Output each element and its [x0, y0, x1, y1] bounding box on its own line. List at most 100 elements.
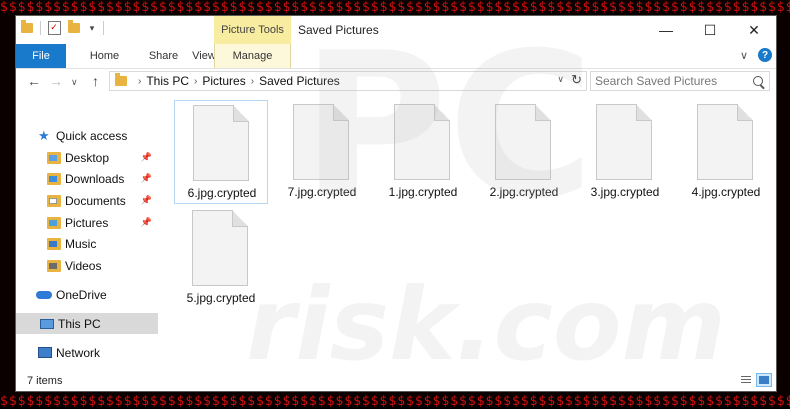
background-text-line: $$$$$$$$$$$$$$$$$$$$$$$$$$$$$$$$$$$$$$$$…: [0, 394, 790, 409]
nav-downloads[interactable]: Downloads 📌: [16, 168, 158, 189]
file-list: 6.jpg.crypted 7.jpg.crypted 1.jpg.crypte…: [158, 95, 776, 371]
nav-pictures[interactable]: Pictures 📌: [16, 212, 158, 233]
minimize-button[interactable]: —: [644, 16, 688, 44]
pin-icon: 📌: [140, 217, 152, 227]
search-icon[interactable]: [753, 76, 763, 86]
star-icon: ★: [38, 127, 50, 143]
computer-icon: [40, 318, 54, 329]
page-fold: [434, 104, 450, 121]
breadcrumb-this-pc[interactable]: This PC: [146, 74, 189, 88]
recent-locations-icon[interactable]: ∨: [71, 77, 78, 88]
nav-label: Quick access: [56, 128, 128, 143]
ribbon-tabs: File Home Share View Manage ∨ ?: [16, 44, 776, 69]
title-bar: ✓ ▾ Picture Tools Saved Pictures — ☐ ✕: [16, 16, 776, 44]
back-button[interactable]: ←: [27, 73, 41, 89]
page-fold: [535, 104, 551, 121]
desktop-folder-icon: [47, 151, 61, 164]
search-placeholder: Search Saved Pictures: [595, 74, 718, 88]
details-view-button[interactable]: [738, 373, 754, 387]
refresh-icon[interactable]: ↻: [571, 72, 582, 88]
help-icon[interactable]: ?: [758, 48, 772, 62]
large-icons-view-button[interactable]: [756, 373, 772, 387]
nav-label: Desktop: [65, 150, 110, 165]
file-name: 3.jpg.crypted: [590, 185, 660, 199]
tab-file[interactable]: File: [16, 44, 66, 68]
file-item[interactable]: 3.jpg.crypted: [578, 100, 672, 204]
file-item[interactable]: 7.jpg.crypted: [275, 100, 369, 204]
properties-icon[interactable]: ✓: [47, 21, 61, 35]
details-view-icon: [741, 376, 751, 384]
file-name: 2.jpg.crypted: [489, 185, 559, 199]
file-name: 1.jpg.crypted: [388, 185, 458, 199]
nav-label: Videos: [65, 258, 102, 273]
network-icon: [38, 347, 52, 358]
file-name: 5.jpg.crypted: [186, 291, 256, 305]
folder-icon: [115, 73, 127, 86]
nav-videos[interactable]: Videos: [16, 255, 158, 276]
page-fold: [636, 104, 652, 121]
explorer-window: ✓ ▾ Picture Tools Saved Pictures — ☐ ✕ F…: [15, 10, 777, 392]
nav-label: Pictures: [65, 215, 109, 230]
maximize-button[interactable]: ☐: [688, 16, 732, 44]
item-count: 7 items: [27, 375, 63, 387]
breadcrumb-saved-pictures[interactable]: Saved Pictures: [259, 74, 340, 88]
view-switcher: [738, 373, 772, 387]
nav-label: Downloads: [65, 171, 125, 186]
navigation-pane: ★ Quick access Desktop 📌 Downloads 📌 Doc…: [16, 95, 158, 371]
window-controls: — ☐ ✕: [644, 16, 776, 44]
pin-icon: 📌: [140, 173, 152, 183]
nav-quick-access[interactable]: ★ Quick access: [16, 125, 158, 146]
nav-label: Documents: [65, 193, 126, 208]
tab-home[interactable]: Home: [77, 44, 132, 68]
file-item[interactable]: 4.jpg.crypted: [679, 100, 773, 204]
large-icons-view-icon: [759, 376, 769, 384]
window-title: Saved Pictures: [298, 23, 379, 37]
nav-documents[interactable]: Documents 📌: [16, 190, 158, 211]
page-fold: [232, 210, 248, 227]
nav-network[interactable]: Network: [16, 342, 158, 363]
file-item[interactable]: 1.jpg.crypted: [376, 100, 470, 204]
file-item[interactable]: 2.jpg.crypted: [477, 100, 571, 204]
nav-label: Music: [65, 236, 97, 251]
tab-manage[interactable]: Manage: [214, 44, 291, 68]
status-bar: 7 items: [16, 371, 776, 391]
up-button[interactable]: ↑: [92, 73, 99, 89]
nav-label: This PC: [58, 316, 101, 331]
file-name: 7.jpg.crypted: [287, 185, 357, 199]
folder-icon[interactable]: [20, 20, 34, 35]
background-text-line: $$$$$$$$$$$$$$$$$$$$$$$$$$$$$$$$$$$$$$$$…: [0, 0, 790, 15]
pictures-folder-icon: [47, 216, 61, 229]
nav-desktop[interactable]: Desktop 📌: [16, 147, 158, 168]
chevron-right-icon[interactable]: ›: [194, 76, 197, 87]
file-item[interactable]: 5.jpg.crypted: [174, 206, 268, 310]
nav-onedrive[interactable]: OneDrive: [16, 284, 158, 305]
videos-folder-icon: [47, 259, 61, 272]
cloud-icon: [36, 290, 52, 299]
file-name: 4.jpg.crypted: [691, 185, 761, 199]
new-folder-icon[interactable]: [67, 20, 81, 35]
chevron-right-icon: ›: [138, 75, 142, 87]
toolbar-divider: [40, 21, 41, 35]
pin-icon: 📌: [140, 152, 152, 162]
address-dropdown-icon[interactable]: ∨: [557, 74, 564, 85]
expand-ribbon-icon[interactable]: ∨: [740, 49, 748, 62]
customize-toolbar-dropdown[interactable]: ▾: [87, 21, 97, 35]
music-folder-icon: [47, 237, 61, 250]
address-toolbar: ← → ∨ ↑ › This PC › Pictures › Saved Pic…: [16, 69, 776, 95]
nav-music[interactable]: Music: [16, 233, 158, 254]
address-bar[interactable]: › This PC › Pictures › Saved Pictures ∨ …: [109, 71, 587, 91]
close-button[interactable]: ✕: [732, 16, 776, 44]
toolbar-divider: [103, 21, 104, 35]
breadcrumb-pictures[interactable]: Pictures: [202, 74, 245, 88]
documents-folder-icon: [47, 194, 61, 207]
chevron-right-icon[interactable]: ›: [251, 76, 254, 87]
page-fold: [737, 104, 753, 121]
search-input[interactable]: Search Saved Pictures: [590, 71, 770, 91]
file-item[interactable]: 6.jpg.crypted: [174, 100, 268, 204]
ribbon-right-controls: ∨ ?: [740, 48, 772, 62]
picture-tools-label: Picture Tools: [214, 16, 291, 44]
file-name: 6.jpg.crypted: [187, 186, 257, 200]
forward-button[interactable]: →: [49, 73, 63, 89]
nav-this-pc[interactable]: This PC: [16, 313, 158, 334]
pin-icon: 📌: [140, 195, 152, 205]
